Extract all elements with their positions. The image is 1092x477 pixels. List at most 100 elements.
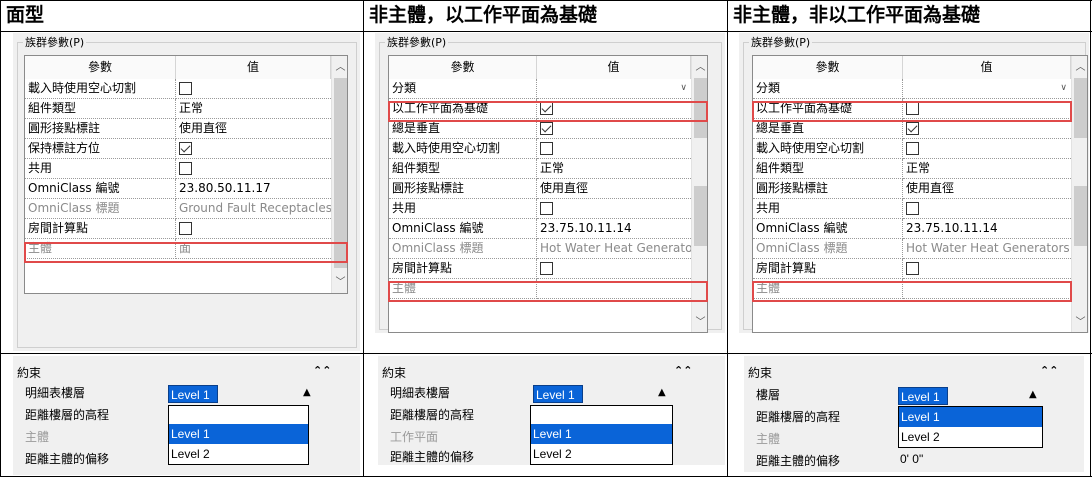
table-row[interactable]: OmniClass 標題 Hot Water Heat Generators <box>389 239 691 259</box>
table-row[interactable]: 共用 <box>389 199 691 219</box>
param-value-cell[interactable] <box>176 159 331 179</box>
table-row[interactable]: OmniClass 編號 23.75.10.11.14 <box>753 219 1071 239</box>
checkbox-unchecked[interactable] <box>179 162 192 175</box>
param-value-cell[interactable]: 正常 <box>176 99 331 119</box>
collapse-icon[interactable]: ⌃⌃ <box>1040 364 1058 377</box>
table-row[interactable]: 總是垂直 <box>389 119 691 139</box>
param-value-cell[interactable]: 23.80.50.11.17 <box>176 179 331 199</box>
param-value-cell[interactable] <box>537 259 691 279</box>
checkbox-checked[interactable] <box>540 122 553 135</box>
param-value-cell[interactable]: 23.75.10.11.14 <box>903 219 1071 239</box>
dropdown-option-level-1[interactable]: Level 1 <box>899 407 1042 427</box>
table-row[interactable]: 組件類型 正常 <box>25 99 331 119</box>
dropdown-option-level-2[interactable]: Level 2 <box>169 444 308 464</box>
level-combo-selected[interactable]: Level 1 <box>898 387 948 405</box>
scroll-down-icon[interactable]: ﹀ <box>692 314 707 331</box>
value-column-header[interactable]: 值 <box>176 56 331 79</box>
param-value-cell[interactable] <box>537 199 691 219</box>
table-row[interactable]: 房間計算點 <box>753 259 1071 279</box>
table-row[interactable]: 房間計算點 <box>25 219 331 239</box>
table-row[interactable]: 房間計算點 <box>389 259 691 279</box>
param-value-cell[interactable]: 23.75.10.11.14 <box>537 219 691 239</box>
host-offset-value[interactable]: 0' 0" <box>900 452 923 466</box>
constraint-label: 主體 <box>756 432 781 446</box>
param-value-cell[interactable]: Hot Water Heat Generators <box>903 239 1071 259</box>
scroll-thumb[interactable] <box>334 78 347 268</box>
checkbox-unchecked[interactable] <box>906 142 919 155</box>
dropdown-option-level-1[interactable]: Level 1 <box>531 424 672 444</box>
param-value-cell[interactable]: 使用直徑 <box>176 119 331 139</box>
collapse-icon[interactable]: ⌃⌃ <box>674 364 692 377</box>
param-value-cell[interactable] <box>537 139 691 159</box>
chevron-up-icon[interactable]: ▲ <box>1029 389 1037 400</box>
table-row[interactable]: 共用 <box>25 159 331 179</box>
param-value-cell[interactable] <box>176 219 331 239</box>
chevron-up-icon[interactable]: ▲ <box>658 387 666 398</box>
dropdown-option-level-2[interactable]: Level 2 <box>899 427 1042 447</box>
param-value-cell[interactable]: 正常 <box>903 159 1071 179</box>
table-row[interactable]: 載入時使用空心切割 <box>753 139 1071 159</box>
param-column-header[interactable]: 參數 <box>25 56 176 79</box>
param-value-cell[interactable] <box>903 139 1071 159</box>
table-row[interactable]: 載入時使用空心切割 <box>25 79 331 99</box>
table-row[interactable]: OmniClass 標題 Ground Fault Receptacles <box>25 199 331 219</box>
param-value-cell[interactable] <box>903 259 1071 279</box>
checkbox-checked[interactable] <box>179 142 192 155</box>
param-value-cell[interactable]: 正常 <box>537 159 691 179</box>
table-row[interactable]: 圓形接點標註 使用直徑 <box>389 179 691 199</box>
param-value-cell[interactable] <box>903 199 1071 219</box>
scroll-thumb-2[interactable] <box>1074 186 1087 246</box>
table-row[interactable]: 組件類型 正常 <box>389 159 691 179</box>
table-row[interactable]: 共用 <box>753 199 1071 219</box>
table-row[interactable]: 總是垂直 <box>753 119 1071 139</box>
checkbox-unchecked[interactable] <box>906 202 919 215</box>
vertical-scrollbar[interactable]: ︿ ﹀ <box>1071 56 1087 332</box>
level-combo-selected[interactable]: Level 1 <box>533 385 583 403</box>
level-combo-selected[interactable]: Level 1 <box>168 385 218 403</box>
param-value-cell[interactable] <box>537 119 691 139</box>
checkbox-unchecked[interactable] <box>540 202 553 215</box>
value-column-header[interactable]: 值 <box>537 56 691 79</box>
dropdown-option-level-1[interactable]: Level 1 <box>169 424 308 444</box>
scroll-up-icon[interactable]: ︿ <box>692 59 707 76</box>
param-value-cell[interactable] <box>176 139 331 159</box>
scroll-up-icon[interactable]: ︿ <box>1072 59 1087 76</box>
checkbox-unchecked[interactable] <box>906 262 919 275</box>
scroll-up-icon[interactable]: ︿ <box>332 59 347 76</box>
scroll-down-icon[interactable]: ﹀ <box>332 274 347 291</box>
collapse-icon[interactable]: ⌃⌃ <box>313 364 331 377</box>
checkbox-unchecked[interactable] <box>179 222 192 235</box>
table-row[interactable]: OmniClass 編號 23.80.50.11.17 <box>25 179 331 199</box>
checkbox-unchecked[interactable] <box>540 142 553 155</box>
param-value-cell[interactable]: Hot Water Heat Generators <box>537 239 691 259</box>
param-column-header[interactable]: 參數 <box>389 56 537 79</box>
param-value-cell[interactable]: ∨ <box>537 79 691 99</box>
dropdown-arrow-icon[interactable]: ∨ <box>680 79 687 98</box>
dropdown-arrow-icon[interactable]: ∨ <box>1060 79 1067 98</box>
dropdown-option-level-2[interactable]: Level 2 <box>531 444 672 464</box>
table-row[interactable]: 圓形接點標註 使用直徑 <box>25 119 331 139</box>
scroll-thumb-2[interactable] <box>694 186 707 246</box>
scroll-down-icon[interactable]: ﹀ <box>1072 314 1087 331</box>
param-value-cell[interactable]: ∨ <box>903 79 1071 99</box>
table-row[interactable]: 載入時使用空心切割 <box>389 139 691 159</box>
checkbox-unchecked[interactable] <box>540 262 553 275</box>
param-value-cell[interactable] <box>903 119 1071 139</box>
param-column-header[interactable]: 參數 <box>753 56 903 79</box>
checkbox-checked[interactable] <box>906 122 919 135</box>
chevron-up-icon[interactable]: ▲ <box>303 387 311 398</box>
table-row[interactable]: 保持標註方位 <box>25 139 331 159</box>
table-row[interactable]: 組件類型 正常 <box>753 159 1071 179</box>
table-row[interactable]: 圓形接點標註 使用直徑 <box>753 179 1071 199</box>
table-row[interactable]: OmniClass 標題 Hot Water Heat Generators <box>753 239 1071 259</box>
value-column-header[interactable]: 值 <box>903 56 1071 79</box>
checkbox-unchecked[interactable] <box>179 82 192 95</box>
param-value-cell[interactable]: 使用直徑 <box>537 179 691 199</box>
param-value-cell[interactable] <box>176 79 331 99</box>
param-value-cell[interactable]: Ground Fault Receptacles <box>176 199 331 219</box>
table-row[interactable]: 分類 ∨ <box>753 79 1071 99</box>
table-row[interactable]: 分類 ∨ <box>389 79 691 99</box>
scroll-thumb[interactable] <box>1074 78 1087 138</box>
table-row[interactable]: OmniClass 編號 23.75.10.11.14 <box>389 219 691 239</box>
param-value-cell[interactable]: 使用直徑 <box>903 179 1071 199</box>
